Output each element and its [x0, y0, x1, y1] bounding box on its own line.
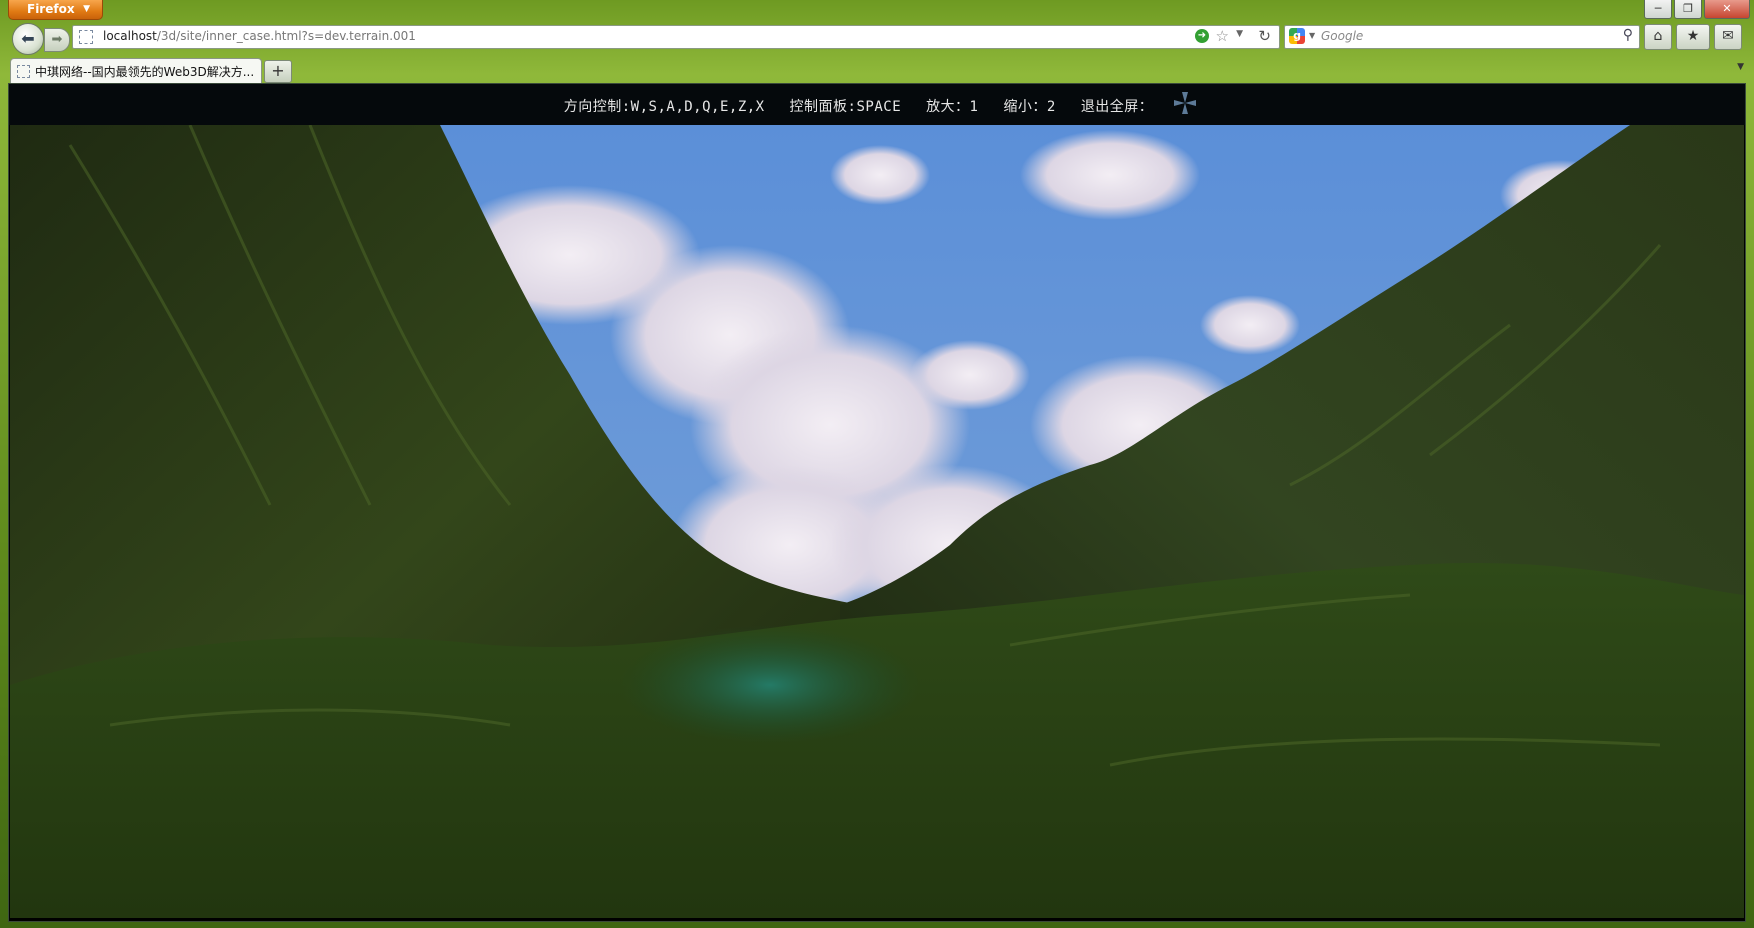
bookmarks-button[interactable]: ★	[1676, 24, 1710, 50]
page-favicon-icon	[17, 65, 30, 78]
site-identity-icon[interactable]	[79, 30, 93, 44]
search-icon[interactable]: ⚲	[1623, 27, 1633, 43]
exit-fullscreen-icon[interactable]	[1172, 90, 1198, 116]
search-bar[interactable]: g ▼ Google ⚲	[1284, 25, 1640, 49]
home-button[interactable]: ⌂	[1644, 24, 1672, 50]
url-history-dropdown-icon[interactable]: ▼	[1236, 29, 1243, 39]
mail-icon: ✉	[1722, 28, 1734, 44]
chevron-down-icon: ▼	[83, 4, 90, 14]
controls-help-text: 方向控制:W,S,A,D,Q,E,Z,X 控制面板:SPACE 放大：1 缩小：…	[556, 92, 1199, 116]
navigation-toolbar: ⬅ ➡ localhost/3d/site/inner_case.html?s=…	[8, 22, 1746, 56]
google-search-engine-icon[interactable]: g	[1289, 28, 1305, 44]
plus-icon: +	[271, 61, 285, 80]
browser-window: Firefox ▼ ─ ❐ ✕ ⬅ ➡ localhost/3d/site/in…	[0, 0, 1754, 928]
go-button-icon[interactable]: ➜	[1195, 29, 1209, 43]
direction-controls-label: 方向控制:W,S,A,D,Q,E,Z,X	[563, 99, 765, 115]
arrow-right-icon: ➡	[51, 32, 63, 47]
forward-button[interactable]: ➡	[44, 28, 70, 52]
terrain-3d-canvas[interactable]	[10, 125, 1744, 918]
page-content: 方向控制:W,S,A,D,Q,E,Z,X 控制面板:SPACE 放大：1 缩小：…	[8, 83, 1746, 922]
home-icon: ⌂	[1653, 28, 1663, 44]
window-controls: ─ ❐ ✕	[1644, 0, 1750, 19]
firefox-menu-label: Firefox	[27, 2, 75, 16]
new-tab-button[interactable]: +	[264, 60, 292, 83]
zoom-in-label: 放大：1	[926, 99, 979, 115]
zoom-out-label: 缩小：2	[1003, 99, 1056, 115]
tab-active[interactable]: 中琪网络--国内最领先的Web3D解决方...	[10, 58, 262, 83]
river	[620, 625, 920, 745]
close-window-button[interactable]: ✕	[1704, 0, 1750, 19]
exit-fullscreen-label: 退出全屏：	[1080, 99, 1154, 115]
reload-icon[interactable]: ↻	[1258, 27, 1271, 45]
arrow-left-icon: ⬅	[21, 29, 35, 48]
minimize-button[interactable]: ─	[1644, 0, 1672, 19]
restore-button[interactable]: ❐	[1674, 0, 1702, 19]
list-all-tabs-icon[interactable]: ▼	[1737, 62, 1744, 72]
back-button[interactable]: ⬅	[12, 23, 44, 55]
bookmarks-icon: ★	[1686, 28, 1700, 44]
url-host: localhost	[103, 29, 157, 43]
url-bar[interactable]: localhost/3d/site/inner_case.html?s=dev.…	[72, 25, 1280, 49]
controls-help-bar: 方向控制:W,S,A,D,Q,E,Z,X 控制面板:SPACE 放大：1 缩小：…	[9, 84, 1745, 125]
tab-bar: 中琪网络--国内最领先的Web3D解决方... + ▼	[8, 57, 1746, 83]
url-text[interactable]: localhost/3d/site/inner_case.html?s=dev.…	[103, 29, 416, 43]
search-placeholder: Google	[1321, 29, 1364, 43]
search-engine-dropdown-icon[interactable]: ▼	[1309, 31, 1315, 40]
url-path: /3d/site/inner_case.html?s=dev.terrain.0…	[156, 29, 416, 43]
firefox-menu-button[interactable]: Firefox ▼	[8, 0, 103, 20]
tab-title: 中琪网络--国内最领先的Web3D解决方...	[35, 65, 255, 79]
feedback-button[interactable]: ✉	[1714, 24, 1742, 50]
bookmark-star-icon[interactable]: ☆	[1216, 27, 1229, 45]
control-panel-label: 控制面板:SPACE	[789, 99, 902, 115]
